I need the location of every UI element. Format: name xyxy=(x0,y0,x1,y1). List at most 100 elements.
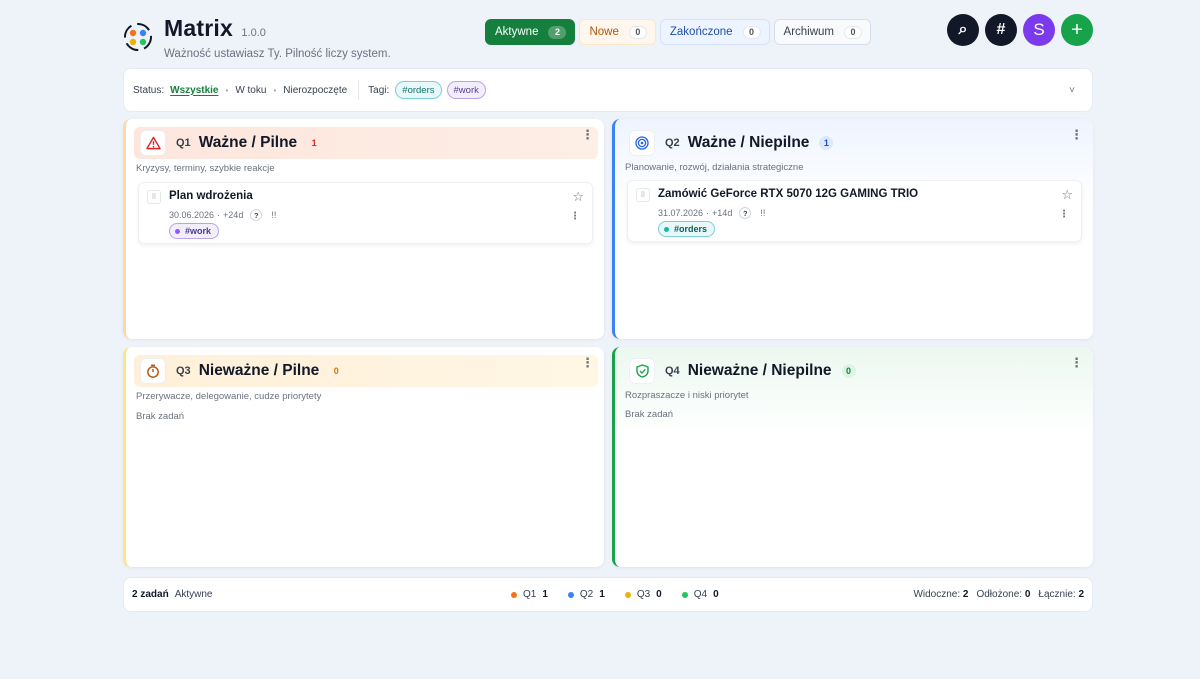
task-card[interactable]: ⠿ Zamówić GeForce RTX 5070 12G GAMING TR… xyxy=(627,180,1082,242)
task-tag[interactable]: #work xyxy=(169,223,220,239)
legend-label: Q4 xyxy=(693,589,708,600)
search-button[interactable]: ⌕ xyxy=(947,14,979,46)
task-meta: 31.07.2026 · +14d ? !! xyxy=(658,207,765,219)
legend-value: 1 xyxy=(542,589,548,600)
quadrant-title: Ważne / Pilne xyxy=(198,134,298,151)
footer-view-name: Aktywne xyxy=(174,589,213,600)
tab-label: Zakończone xyxy=(669,26,733,38)
stat-value: 2 xyxy=(1078,589,1084,600)
tags-filter-label: Tagi: xyxy=(368,84,390,96)
timer-icon xyxy=(140,358,166,384)
task-meta: 30.06.2026 · +24d ? !! xyxy=(169,209,276,221)
task-title: Plan wdrożenia xyxy=(169,190,253,202)
matrix-app: Matrix 1.0.0 Ważność ustawiasz Ty. Pilno… xyxy=(123,0,1093,612)
drag-handle-icon[interactable]: ⠿ xyxy=(147,190,161,204)
quadrant-header: Q2 Ważne / Niepilne 1 xyxy=(623,127,1087,159)
empty-state: Brak zadań xyxy=(625,409,674,420)
quadrant-code: Q1 xyxy=(176,137,191,149)
quadrant-header: Q3 Nieważne / Pilne 0 xyxy=(134,355,598,387)
quadrant-q2: Q2 Ważne / Niepilne 1 ⋮ Planowanie, rozw… xyxy=(612,119,1093,339)
tab-zakonczone[interactable]: Zakończone 0 xyxy=(659,19,770,45)
tab-count-badge: 2 xyxy=(548,25,567,39)
tab-count-badge: 0 xyxy=(742,25,761,39)
legend-dot xyxy=(624,591,631,598)
stat-label: Łącznie: xyxy=(1038,589,1076,600)
tag-filter-work[interactable]: #work xyxy=(446,81,486,99)
stat-visible: Widoczne: 2 xyxy=(913,589,968,600)
drag-handle-icon[interactable]: ⠿ xyxy=(636,188,650,202)
priority-icon: !! xyxy=(760,208,766,218)
target-icon xyxy=(629,130,655,156)
tag-dot xyxy=(664,226,669,232)
stat-label: Odłożone: xyxy=(976,589,1023,600)
quadrant-code: Q4 xyxy=(665,365,680,377)
legend-item-q1: Q1 1 xyxy=(511,589,548,600)
separator-dot: • xyxy=(273,85,277,95)
quadrant-header: Q4 Nieważne / Niepilne 0 xyxy=(623,355,1087,387)
footer-status-bar: 2 zadań Aktywne Q1 1 Q2 1 Q3 0 Q4 0 Wido… xyxy=(123,577,1093,612)
app-title-wrap: Matrix 1.0.0 xyxy=(164,15,266,42)
task-card[interactable]: ⠿ Plan wdrożenia 30.06.2026 · +24d ? !! … xyxy=(138,182,593,244)
more-vertical-icon[interactable]: ⋮ xyxy=(1059,209,1069,220)
app-title: Matrix xyxy=(164,15,233,41)
task-days-left: +14d xyxy=(712,208,733,218)
quadrant-q3: Q3 Nieważne / Pilne 0 ⋮ Przerywacze, del… xyxy=(123,347,604,567)
status-filter-not-started[interactable]: Nierozpoczęte xyxy=(283,85,347,96)
hash-icon: # xyxy=(996,21,1006,38)
status-filter-all[interactable]: Wszystkie xyxy=(170,85,218,96)
tab-label: Nowe xyxy=(589,26,619,38)
legend-dot xyxy=(511,591,517,598)
tab-nowe[interactable]: Nowe 0 xyxy=(579,19,656,45)
quadrant-count-badge: 0 xyxy=(841,364,856,378)
avatar-letter: S xyxy=(1033,20,1045,39)
footer-task-count: 2 zadań xyxy=(132,589,169,600)
tab-archiwum[interactable]: Archiwum 0 xyxy=(773,19,872,45)
tab-count-badge: 0 xyxy=(844,25,863,39)
tags-button[interactable]: # xyxy=(985,14,1017,46)
more-vertical-icon[interactable]: ⋮ xyxy=(570,211,580,222)
app-subtitle: Ważność ustawiasz Ty. Pilność liczy syst… xyxy=(164,48,391,60)
legend-dot xyxy=(567,591,574,598)
help-icon[interactable]: ? xyxy=(739,207,752,219)
quadrant-code: Q2 xyxy=(665,137,680,149)
legend-item-q3: Q3 0 xyxy=(624,589,662,600)
shield-icon xyxy=(629,358,655,384)
tab-count-badge: 0 xyxy=(628,25,647,39)
priority-icon: !! xyxy=(271,210,277,220)
stat-total: Łącznie: 2 xyxy=(1038,589,1084,600)
status-filter-in-progress[interactable]: W toku xyxy=(235,85,266,96)
task-tag-label: #work xyxy=(185,226,212,236)
task-due-date: 30.06.2026 xyxy=(169,210,215,220)
quadrant-count-badge: 1 xyxy=(311,138,317,148)
add-task-button[interactable]: + xyxy=(1061,14,1093,46)
legend-label: Q2 xyxy=(579,589,594,600)
more-vertical-icon[interactable]: ⋮ xyxy=(581,128,594,141)
empty-state: Brak zadań xyxy=(136,411,185,422)
chevron-down-icon[interactable]: ˅ xyxy=(1069,85,1075,96)
quadrant-count-badge: 1 xyxy=(819,136,834,150)
user-avatar-button[interactable]: S xyxy=(1023,14,1055,46)
tag-filter-orders[interactable]: #orders xyxy=(395,81,442,99)
tab-aktywne[interactable]: Aktywne 2 xyxy=(485,19,576,45)
filter-divider xyxy=(358,80,360,100)
quadrant-code: Q3 xyxy=(176,365,191,377)
quadrant-description: Rozpraszacze i niski priorytet xyxy=(625,390,749,401)
quadrant-header: Q1 Ważne / Pilne 1 xyxy=(134,127,598,159)
quadrant-description: Kryzysy, terminy, szybkie reakcje xyxy=(136,163,275,174)
more-vertical-icon[interactable]: ⋮ xyxy=(1070,356,1083,369)
filter-bar: Status: Wszystkie • W toku • Nierozpoczę… xyxy=(123,68,1093,112)
help-icon[interactable]: ? xyxy=(250,209,263,221)
legend-value: 0 xyxy=(656,589,662,600)
legend-item-q2: Q2 1 xyxy=(567,589,605,600)
app-version: 1.0.0 xyxy=(241,27,266,39)
task-tag[interactable]: #orders xyxy=(658,221,716,237)
star-icon[interactable]: ☆ xyxy=(1061,187,1073,203)
quadrant-count-badge: 0 xyxy=(333,366,339,376)
separator-dot: • xyxy=(225,85,229,95)
more-vertical-icon[interactable]: ⋮ xyxy=(1070,128,1083,141)
star-icon[interactable]: ☆ xyxy=(572,189,584,205)
header-actions: ⌕ # S + xyxy=(947,14,1093,46)
more-vertical-icon[interactable]: ⋮ xyxy=(581,356,594,369)
tab-label: Aktywne xyxy=(495,26,539,38)
legend-dot xyxy=(681,591,688,598)
